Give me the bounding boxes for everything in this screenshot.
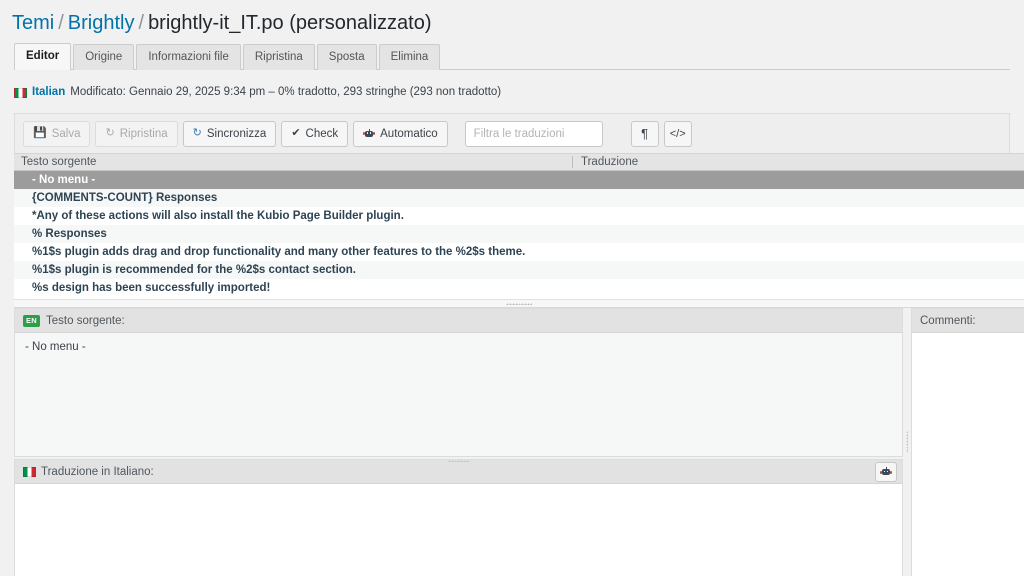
sync-button[interactable]: ↻ Sincronizza bbox=[182, 120, 277, 147]
tab-bar: Editor Origine Informazioni file Riprist… bbox=[14, 43, 1010, 70]
breadcrumb-separator-1: / bbox=[58, 12, 64, 34]
table-row[interactable]: % Responses bbox=[14, 225, 1024, 243]
language-badge-en: EN bbox=[23, 314, 41, 327]
status-details: Modificato: Gennaio 29, 2025 9:34 pm – 0… bbox=[70, 86, 502, 98]
tab-ripristina[interactable]: Ripristina bbox=[242, 44, 315, 70]
source-text-content: - No menu - bbox=[15, 333, 902, 456]
tab-elimina[interactable]: Elimina bbox=[378, 44, 441, 70]
vertical-splitter[interactable] bbox=[903, 308, 911, 576]
revert-button-label: Ripristina bbox=[119, 127, 168, 140]
auto-translate-label: Automatico bbox=[380, 127, 438, 140]
editor-toolbar: 💾 Salva ↻ Ripristina ↻ Sincronizza ✔ Che… bbox=[14, 113, 1010, 153]
sync-button-label: Sincronizza bbox=[206, 127, 267, 140]
horizontal-splitter[interactable] bbox=[14, 299, 1024, 308]
page-root: Temi / Brightly / brightly-it_IT.po (persona… bbox=[0, 0, 1024, 576]
save-icon: 💾 bbox=[33, 127, 47, 139]
tab-origine[interactable]: Origine bbox=[73, 44, 135, 70]
checkmark-icon: ✔ bbox=[291, 127, 301, 139]
source-panel-header: EN Testo sorgente: bbox=[15, 309, 902, 333]
splitter-grip-icon bbox=[906, 431, 908, 453]
breadcrumb-link-theme[interactable]: Brightly bbox=[68, 12, 135, 34]
italian-flag-icon bbox=[14, 87, 27, 98]
auto-translate-field-button[interactable] bbox=[875, 462, 897, 482]
italian-flag-icon bbox=[23, 466, 36, 477]
table-row[interactable]: - No menu - bbox=[14, 171, 1024, 189]
breadcrumb: Temi / Brightly / brightly-it_IT.po (persona… bbox=[12, 10, 432, 36]
check-button[interactable]: ✔ Check bbox=[281, 120, 349, 147]
splitter-grip-icon bbox=[506, 303, 532, 305]
breadcrumb-separator-2: / bbox=[138, 12, 145, 34]
translation-textarea[interactable] bbox=[15, 484, 902, 576]
revert-icon: ↻ bbox=[105, 127, 115, 139]
tab-editor[interactable]: Editor bbox=[14, 43, 72, 70]
sync-icon: ↻ bbox=[192, 127, 202, 139]
show-whitespace-button[interactable]: ¶ bbox=[630, 120, 659, 147]
list-header: Testo sorgente Traduzione bbox=[14, 153, 1024, 171]
column-header-translation: Traduzione bbox=[581, 156, 639, 168]
translation-panel: Traduzione in Italiano: bbox=[14, 459, 903, 576]
source-panel-resize-grip-icon[interactable] bbox=[447, 460, 470, 462]
table-row[interactable]: %s design has been successfully imported… bbox=[14, 279, 1024, 297]
filter-input[interactable] bbox=[464, 120, 603, 147]
table-row[interactable]: *Any of these actions will also install … bbox=[14, 207, 1024, 225]
comments-panel-title: Commenti: bbox=[920, 314, 976, 327]
save-button-label: Salva bbox=[51, 127, 81, 140]
tab-sposta[interactable]: Sposta bbox=[316, 44, 377, 70]
translation-list[interactable]: - No menu - {COMMENTS-COUNT} Responses *… bbox=[14, 171, 1024, 299]
save-button[interactable]: 💾 Salva bbox=[23, 120, 91, 147]
column-header-source: Testo sorgente bbox=[21, 156, 97, 168]
breadcrumb-link-themes[interactable]: Temi bbox=[12, 12, 54, 34]
breadcrumb-current-file: brightly-it_IT.po (personalizzato) bbox=[148, 12, 432, 34]
show-code-button[interactable]: </> bbox=[663, 120, 692, 147]
robot-icon bbox=[363, 128, 376, 139]
source-panel-title: Testo sorgente: bbox=[46, 314, 125, 327]
translation-panel-title: Traduzione in Italiano: bbox=[41, 465, 154, 478]
status-line: Italian Modificato: Gennaio 29, 2025 9:3… bbox=[14, 85, 501, 100]
comments-panel: Commenti: bbox=[911, 308, 1024, 576]
robot-icon bbox=[880, 467, 892, 477]
language-link[interactable]: Italian bbox=[32, 85, 65, 100]
revert-button[interactable]: ↻ Ripristina bbox=[95, 120, 178, 147]
translation-panel-header: Traduzione in Italiano: bbox=[15, 460, 902, 484]
auto-translate-button[interactable]: Automatico bbox=[353, 120, 448, 147]
tab-informazioni-file[interactable]: Informazioni file bbox=[136, 44, 241, 70]
table-row[interactable]: {COMMENTS-COUNT} Responses bbox=[14, 189, 1024, 207]
source-text-panel: EN Testo sorgente: - No menu - bbox=[14, 308, 903, 462]
table-row[interactable]: %1$s plugin is recommended for the %2$s … bbox=[14, 261, 1024, 279]
table-row[interactable]: %1$s plugin adds drag and drop functiona… bbox=[14, 243, 1024, 261]
comments-content bbox=[912, 333, 1024, 576]
check-button-label: Check bbox=[305, 127, 339, 140]
comments-panel-header: Commenti: bbox=[912, 309, 1024, 333]
